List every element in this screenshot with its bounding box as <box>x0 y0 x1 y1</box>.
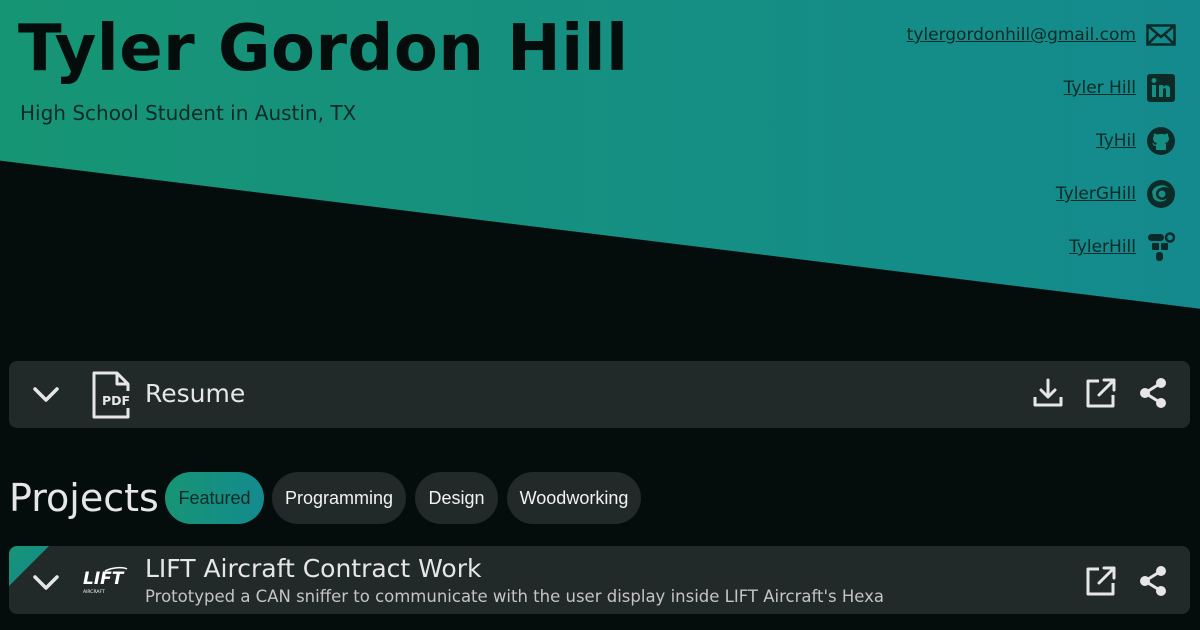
share-icon[interactable] <box>1137 565 1169 597</box>
contact-linkedin-label: Tyler Hill <box>1063 78 1136 98</box>
open-external-icon[interactable] <box>1085 377 1117 409</box>
project-title: LIFT Aircraft Contract Work <box>145 554 482 583</box>
pdf-badge-text: PDF <box>102 393 130 408</box>
lift-logo-subtext: AIRCRAFT <box>83 589 105 595</box>
filter-chip-programming[interactable]: Programming <box>272 472 406 524</box>
filter-chip-design[interactable]: Design <box>415 472 498 524</box>
contact-onshape-label: TylerGHill <box>1055 184 1136 204</box>
project-description: Prototyped a CAN sniffer to communicate … <box>145 587 885 606</box>
lift-logo-text: LIFT <box>83 569 125 589</box>
resume-label: Resume <box>145 379 246 408</box>
chevron-down-icon[interactable] <box>31 380 61 410</box>
download-icon[interactable] <box>1032 377 1064 409</box>
open-external-icon[interactable] <box>1085 565 1117 597</box>
contact-onshape-link[interactable]: TylerGHill <box>1056 179 1176 209</box>
contact-tinkercad-link[interactable]: TylerHill <box>1069 232 1176 262</box>
contact-tinkercad-label: TylerHill <box>1069 237 1136 257</box>
share-icon[interactable] <box>1137 377 1169 409</box>
contact-email-label: tylergordonhill@gmail.com <box>906 25 1136 45</box>
contact-github-link[interactable]: TyHil <box>1096 126 1176 156</box>
github-icon <box>1146 126 1176 156</box>
contact-linkedin-link[interactable]: Tyler Hill <box>1064 73 1176 103</box>
filter-chip-featured[interactable]: Featured <box>165 472 264 524</box>
contact-links: tylergordonhill@gmail.com Tyler Hill TyH… <box>907 20 1176 285</box>
linkedin-icon <box>1146 73 1176 103</box>
resume-card[interactable]: PDF Resume <box>9 361 1190 428</box>
chevron-down-icon[interactable] <box>31 568 61 598</box>
tinkercad-icon <box>1146 232 1176 262</box>
mail-icon <box>1146 20 1176 50</box>
onshape-icon <box>1146 179 1176 209</box>
page-title: Tyler Gordon Hill <box>18 12 629 86</box>
project-card[interactable]: LIFT AIRCRAFT LIFT Aircraft Contract Wor… <box>9 546 1190 614</box>
page-subtitle: High School Student in Austin, TX <box>20 101 357 125</box>
lift-aircraft-logo: LIFT AIRCRAFT <box>81 566 129 600</box>
contact-github-label: TyHil <box>1095 131 1136 151</box>
pdf-file-icon: PDF <box>89 371 135 423</box>
contact-email-link[interactable]: tylergordonhill@gmail.com <box>907 20 1176 50</box>
filter-chip-woodworking[interactable]: Woodworking <box>507 472 641 524</box>
projects-heading: Projects <box>9 476 159 520</box>
